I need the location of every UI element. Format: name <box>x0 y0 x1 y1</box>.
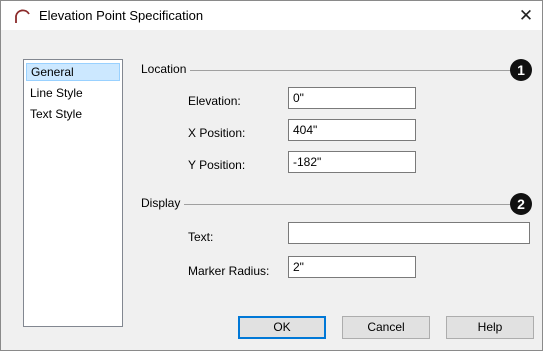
display-group-label: Display <box>141 196 185 210</box>
help-button[interactable]: Help <box>446 316 534 339</box>
title-bar[interactable]: Elevation Point Specification ✕ <box>1 1 542 30</box>
callout-badge-1: 1 <box>510 59 532 81</box>
category-list: General Line Style Text Style <box>23 59 123 327</box>
text-label: Text: <box>188 230 214 244</box>
cancel-button[interactable]: Cancel <box>342 316 430 339</box>
elevation-field[interactable] <box>288 87 416 109</box>
nav-item-general[interactable]: General <box>26 63 120 81</box>
arc-icon <box>15 9 30 23</box>
y-position-field[interactable] <box>288 151 416 173</box>
x-position-field[interactable] <box>288 119 416 141</box>
y-position-label: Y Position: <box>188 158 246 172</box>
marker-radius-field[interactable] <box>288 256 416 278</box>
marker-radius-label: Marker Radius: <box>188 264 270 278</box>
close-icon[interactable]: ✕ <box>515 5 537 27</box>
display-divider <box>141 204 513 205</box>
location-divider <box>141 70 513 71</box>
x-position-label: X Position: <box>188 126 246 140</box>
ok-button[interactable]: OK <box>238 316 326 339</box>
text-field[interactable] <box>288 222 530 244</box>
nav-item-line-style[interactable]: Line Style <box>26 84 120 102</box>
window-title: Elevation Point Specification <box>39 8 204 23</box>
callout-badge-2: 2 <box>510 193 532 215</box>
elevation-label: Elevation: <box>188 94 241 108</box>
nav-item-text-style[interactable]: Text Style <box>26 105 120 123</box>
elevation-point-dialog: Elevation Point Specification ✕ General … <box>0 0 543 351</box>
location-group-label: Location <box>141 62 191 76</box>
